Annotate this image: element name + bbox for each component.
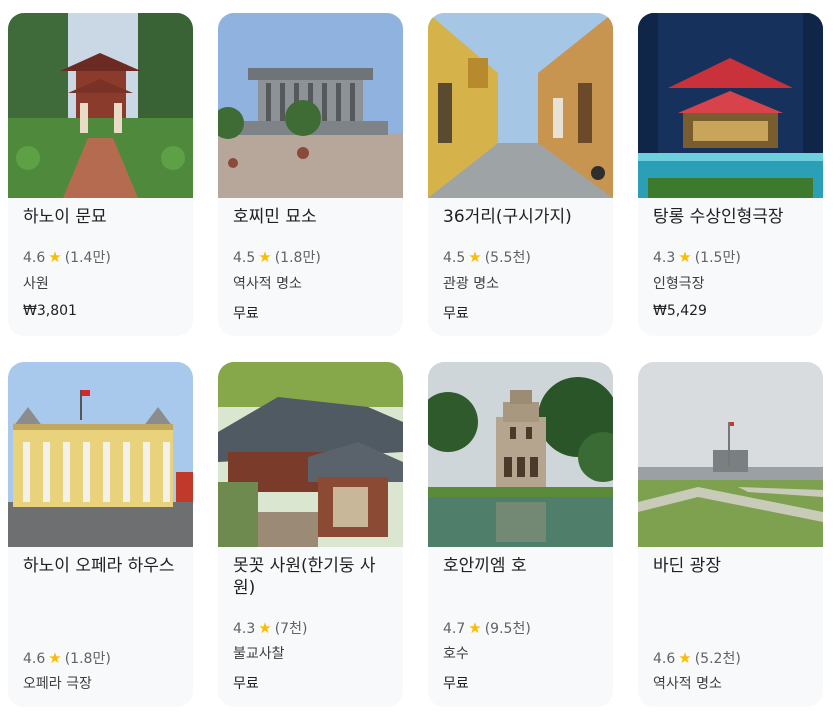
- place-price: ₩3,801: [23, 303, 77, 319]
- place-rating: 4.6 ★ (1.8만): [23, 648, 111, 668]
- place-title: 바딘 광장: [653, 556, 721, 576]
- opera-house-photo: [8, 362, 193, 547]
- rating-value: 4.3: [233, 621, 256, 637]
- place-photo: [638, 13, 823, 198]
- review-count: (5.5천): [484, 250, 531, 266]
- place-card-hoan-kiem-lake[interactable]: 호안끼엠 호 4.7 ★ (9.5천) 호수 무료: [428, 362, 613, 707]
- place-title: 못꼿 사원(한기둥 사원): [233, 556, 376, 598]
- place-card-temple-of-literature[interactable]: 하노이 문묘 4.6 ★ (1.4만) 사원 ₩3,801: [8, 13, 193, 336]
- star-icon: ★: [678, 649, 692, 667]
- review-count: (1.5만): [694, 250, 741, 266]
- place-category: 관광 명소: [443, 276, 499, 292]
- star-icon: ★: [48, 248, 62, 266]
- place-category: 역사적 명소: [653, 676, 722, 692]
- place-category: 역사적 명소: [233, 276, 302, 292]
- place-photo: [8, 13, 193, 198]
- place-card-mausoleum[interactable]: 호찌민 묘소 4.5 ★ (1.8만) 역사적 명소 무료: [218, 13, 403, 336]
- square-photo: [638, 362, 823, 547]
- place-price: ₩5,429: [653, 303, 707, 319]
- place-photo: [218, 362, 403, 547]
- review-count: (1.8만): [64, 651, 111, 667]
- place-card-one-pillar-pagoda[interactable]: 못꼿 사원(한기둥 사원) 4.3 ★ (7천) 불교사찰 무료: [218, 362, 403, 707]
- place-rating: 4.6 ★ (5.2천): [653, 648, 741, 668]
- review-count: (5.2천): [694, 651, 741, 667]
- place-photo: [638, 362, 823, 547]
- star-icon: ★: [468, 248, 482, 266]
- place-category: 불교사찰: [233, 646, 285, 662]
- star-icon: ★: [468, 619, 482, 637]
- place-category: 인형극장: [653, 276, 705, 292]
- places-grid: 하노이 문묘 4.6 ★ (1.4만) 사원 ₩3,801 호찌민 묘소 4.5…: [0, 0, 840, 721]
- star-icon: ★: [258, 619, 272, 637]
- place-title: 호안끼엠 호: [443, 556, 527, 576]
- review-count: (9.5천): [484, 621, 531, 637]
- place-price: 무료: [443, 306, 469, 322]
- place-rating: 4.6 ★ (1.4만): [23, 247, 111, 267]
- pagoda-photo: [218, 362, 403, 547]
- place-card-ba-dinh-square[interactable]: 바딘 광장 4.6 ★ (5.2천) 역사적 명소: [638, 362, 823, 707]
- place-photo: [218, 13, 403, 198]
- rating-value: 4.3: [653, 250, 676, 266]
- place-photo: [428, 13, 613, 198]
- theatre-photo: [638, 13, 823, 198]
- place-card-water-puppet[interactable]: 탕롱 수상인형극장 4.3 ★ (1.5만) 인형극장 ₩5,429: [638, 13, 823, 336]
- temple-photo: [8, 13, 193, 198]
- review-count: (1.4만): [64, 250, 111, 266]
- rating-value: 4.6: [23, 651, 46, 667]
- lake-photo: [428, 362, 613, 547]
- place-category: 호수: [443, 646, 469, 662]
- rating-value: 4.6: [23, 250, 46, 266]
- place-card-old-quarter[interactable]: 36거리(구시가지) 4.5 ★ (5.5천) 관광 명소 무료: [428, 13, 613, 336]
- place-photo: [8, 362, 193, 547]
- star-icon: ★: [48, 649, 62, 667]
- place-title: 하노이 문묘: [23, 207, 107, 227]
- place-photo: [428, 362, 613, 547]
- place-rating: 4.5 ★ (5.5천): [443, 247, 531, 267]
- mausoleum-photo: [218, 13, 403, 198]
- review-count: (7천): [274, 621, 308, 637]
- place-price: 무료: [233, 676, 259, 692]
- place-title: 36거리(구시가지): [443, 207, 572, 227]
- place-rating: 4.3 ★ (7천): [233, 618, 307, 638]
- review-count: (1.8만): [274, 250, 321, 266]
- place-rating: 4.3 ★ (1.5만): [653, 247, 741, 267]
- place-title: 호찌민 묘소: [233, 207, 317, 227]
- star-icon: ★: [678, 248, 692, 266]
- rating-value: 4.7: [443, 621, 466, 637]
- place-price: 무료: [233, 306, 259, 322]
- place-title: 하노이 오페라 하우스: [23, 556, 175, 576]
- place-category: 사원: [23, 276, 49, 292]
- place-rating: 4.7 ★ (9.5천): [443, 618, 531, 638]
- place-title: 탕롱 수상인형극장: [653, 207, 784, 227]
- place-category: 오페라 극장: [23, 676, 92, 692]
- street-photo: [428, 13, 613, 198]
- rating-value: 4.6: [653, 651, 676, 667]
- place-card-opera-house[interactable]: 하노이 오페라 하우스 4.6 ★ (1.8만) 오페라 극장: [8, 362, 193, 707]
- rating-value: 4.5: [443, 250, 466, 266]
- place-price: 무료: [443, 676, 469, 692]
- star-icon: ★: [258, 248, 272, 266]
- place-rating: 4.5 ★ (1.8만): [233, 247, 321, 267]
- rating-value: 4.5: [233, 250, 256, 266]
